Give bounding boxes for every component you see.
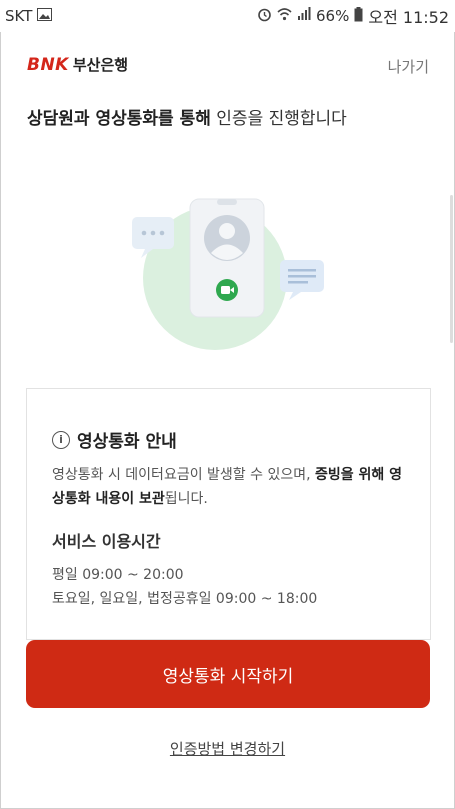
signal-icon — [297, 7, 311, 25]
chat-bubble-right-icon — [280, 260, 324, 300]
phone-icon — [189, 198, 265, 318]
service-hours-weekend: 토요일, 일요일, 법정공휴일 09:00 ~ 18:00 — [52, 591, 318, 607]
notice-desc-tail: 됩니다. — [164, 491, 208, 507]
image-icon — [37, 7, 53, 25]
notice-card: i 영상통화 안내 영상통화 시 데이터요금이 발생할 수 있으며, 증빙을 위… — [26, 388, 431, 640]
video-call-illustration — [125, 180, 335, 350]
notice-description: 영상통화 시 데이터요금이 발생할 수 있으며, 증빙을 위해 영상통화 내용이… — [52, 463, 412, 511]
battery-icon — [354, 6, 363, 26]
app-header: BNK 부산은행 나가기 — [0, 40, 455, 94]
page-title-rest: 인증을 진행합니다 — [210, 109, 347, 129]
wifi-icon — [277, 7, 292, 25]
scroll-indicator[interactable] — [450, 195, 453, 343]
bank-logo: BNK 부산은행 — [27, 54, 128, 75]
start-video-call-button[interactable]: 영상통화 시작하기 — [26, 640, 430, 708]
logo-name: 부산은행 — [72, 56, 129, 74]
page-title-bold: 상담원과 영상통화를 통해 — [27, 109, 211, 129]
exit-button[interactable]: 나가기 — [388, 56, 429, 77]
page-title: 상담원과 영상통화를 통해 인증을 진행합니다 — [27, 104, 347, 129]
logo-mark: BNK — [27, 54, 69, 75]
notice-desc-plain: 영상통화 시 데이터요금이 발생할 수 있으며, — [52, 467, 315, 483]
carrier-label: SKT — [5, 7, 33, 25]
info-icon: i — [52, 430, 70, 449]
notice-title: 영상통화 안내 — [77, 432, 177, 452]
change-auth-method-link[interactable]: 인증방법 변경하기 — [0, 738, 455, 759]
clock: 오전 11:52 — [368, 8, 449, 27]
battery-percent: 66% — [316, 7, 350, 25]
service-hours-title: 서비스 이용시간 — [52, 532, 161, 551]
status-bar: SKT 66% 오전 11:52 — [0, 0, 455, 32]
service-hours-weekday: 평일 09:00 ~ 20:00 — [52, 567, 184, 583]
notice-header: i 영상통화 안내 — [52, 427, 177, 452]
alarm-icon — [257, 7, 272, 26]
